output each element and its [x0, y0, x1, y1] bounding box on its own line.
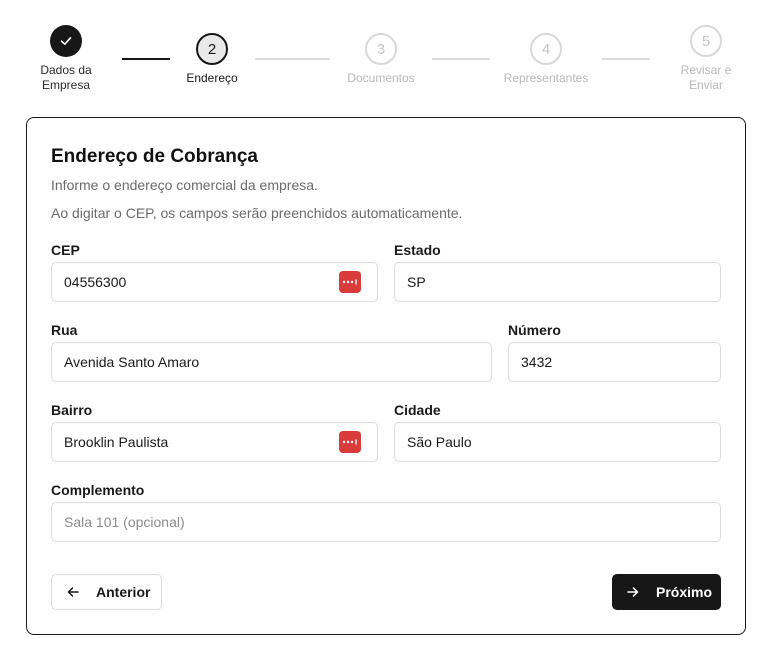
cidade-input[interactable]: São Paulo: [394, 422, 721, 462]
step-connector: [602, 58, 650, 60]
next-button-label: Próximo: [656, 584, 713, 600]
step-number: 2: [196, 33, 228, 65]
next-button[interactable]: Próximo: [612, 574, 721, 610]
card-subtitle: Informe o endereço comercial da empresa.: [51, 177, 318, 193]
complemento-input[interactable]: Sala 101 (opcional): [51, 502, 721, 542]
rua-label: Rua: [51, 322, 78, 338]
step-connector: [122, 58, 170, 60]
numero-input[interactable]: 3432: [508, 342, 721, 382]
step-label: Revisar e Enviar: [680, 63, 732, 92]
complemento-label: Complemento: [51, 482, 145, 498]
step-endereco[interactable]: 2 Endereço: [172, 33, 252, 86]
step-label: Representantes: [503, 71, 589, 85]
cidade-label: Cidade: [394, 402, 441, 418]
password-manager-icon[interactable]: [339, 431, 361, 453]
step-representantes[interactable]: 4 Representantes: [490, 33, 602, 86]
rua-input[interactable]: Avenida Santo Amaro: [51, 342, 492, 382]
password-manager-icon[interactable]: [339, 271, 361, 293]
address-form-card: Endereço de Cobrança Informe o endereço …: [26, 117, 746, 635]
step-connector: [255, 58, 330, 60]
estado-label: Estado: [394, 242, 441, 258]
estado-input[interactable]: SP: [394, 262, 721, 302]
step-label: Dados da Empresa: [40, 63, 92, 92]
step-label: Documentos: [347, 71, 415, 85]
step-revisar-e-enviar[interactable]: 5 Revisar e Enviar: [666, 25, 746, 93]
arrow-right-icon: [627, 587, 639, 597]
bairro-input[interactable]: Brooklin Paulista: [51, 422, 378, 462]
step-number: 5: [690, 25, 722, 57]
card-hint: Ao digitar o CEP, os campos serão preenc…: [51, 205, 463, 221]
step-label: Endereço: [186, 71, 238, 85]
step-number: 4: [530, 33, 562, 65]
cep-input[interactable]: 04556300: [51, 262, 378, 302]
step-dados-da-empresa[interactable]: Dados da Empresa: [26, 25, 106, 93]
stepper: Dados da Empresa 2 Endereço 3 Documentos…: [0, 0, 767, 110]
previous-button-label: Anterior: [96, 584, 151, 600]
previous-button[interactable]: Anterior: [51, 574, 162, 610]
card-title: Endereço de Cobrança: [51, 146, 258, 167]
cep-label: CEP: [51, 242, 80, 258]
check-icon: [50, 25, 82, 57]
step-number: 3: [365, 33, 397, 65]
arrow-left-icon: [67, 587, 79, 597]
numero-label: Número: [508, 322, 561, 338]
step-connector: [432, 58, 490, 60]
bairro-label: Bairro: [51, 402, 93, 418]
step-documentos[interactable]: 3 Documentos: [330, 33, 432, 86]
